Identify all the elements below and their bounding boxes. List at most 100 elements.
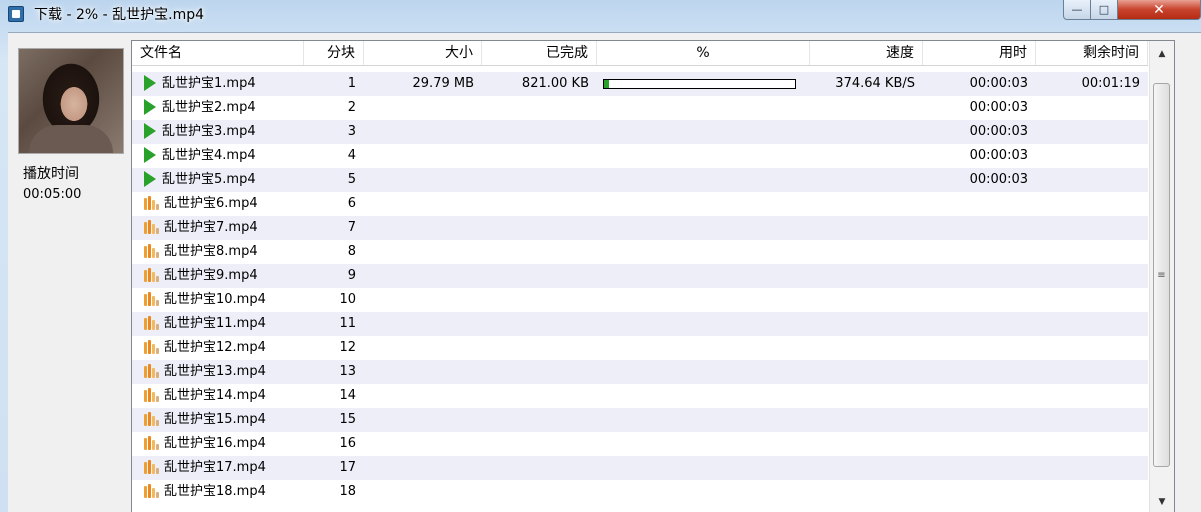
filename-cell: 乱世护宝12.mp4 xyxy=(132,336,304,360)
filename-cell: 乱世护宝6.mp4 xyxy=(132,192,304,216)
minimize-button[interactable]: — xyxy=(1063,0,1091,20)
app-icon[interactable] xyxy=(8,6,24,22)
filename-text: 乱世护宝4.mp4 xyxy=(162,148,256,163)
table-row[interactable]: 乱世护宝2.mp4 2 00:00:03 xyxy=(132,96,1148,120)
filename-cell: 乱世护宝17.mp4 xyxy=(132,456,304,480)
table-row[interactable]: 乱世护宝5.mp4 5 00:00:03 xyxy=(132,168,1148,192)
filename-text: 乱世护宝14.mp4 xyxy=(164,388,266,403)
progress-fill xyxy=(604,80,610,88)
waiting-icon xyxy=(144,267,159,282)
column-header-size[interactable]: 大小 xyxy=(364,41,482,66)
speed-cell xyxy=(810,336,923,360)
grip-icon: ≡ xyxy=(1157,269,1166,281)
elapsed-cell: 00:00:03 xyxy=(969,76,1028,91)
table-row[interactable]: 乱世护宝7.mp4 7 xyxy=(132,216,1148,240)
scrollbar-thumb[interactable]: ≡ xyxy=(1153,83,1170,467)
table-row[interactable]: 乱世护宝4.mp4 4 00:00:03 xyxy=(132,144,1148,168)
percent-cell xyxy=(597,408,810,432)
block-cell: 11 xyxy=(339,316,356,331)
filename-cell: 乱世护宝2.mp4 xyxy=(132,96,304,120)
column-header-elapsed[interactable]: 用时 xyxy=(923,41,1036,66)
video-thumbnail[interactable] xyxy=(18,48,124,154)
table-row[interactable]: 乱世护宝15.mp4 15 xyxy=(132,408,1148,432)
completed-cell xyxy=(482,120,597,144)
block-cell: 12 xyxy=(339,340,356,355)
size-cell xyxy=(364,216,482,240)
remaining-cell: 00:01:19 xyxy=(1081,76,1140,91)
filename-text: 乱世护宝7.mp4 xyxy=(164,220,258,235)
size-cell xyxy=(364,144,482,168)
column-header-speed[interactable]: 速度 xyxy=(810,41,923,66)
table-row[interactable]: 乱世护宝18.mp4 18 xyxy=(132,480,1148,504)
block-cell: 9 xyxy=(347,268,356,283)
column-header-block[interactable]: 分块 xyxy=(304,41,364,66)
table-row[interactable]: 乱世护宝13.mp4 13 xyxy=(132,360,1148,384)
table-row[interactable]: 乱世护宝10.mp4 10 xyxy=(132,288,1148,312)
list-header: 文件名 分块 大小 已完成 % 速度 用时 剩余时间 xyxy=(132,41,1148,66)
block-cell: 13 xyxy=(339,364,356,379)
elapsed-cell xyxy=(923,240,1036,264)
filename-text: 乱世护宝16.mp4 xyxy=(164,436,266,451)
scroll-up-button[interactable]: ▲ xyxy=(1151,41,1173,66)
vertical-scrollbar[interactable]: ▲ ≡ ▼ xyxy=(1149,41,1174,512)
filename-text: 乱世护宝18.mp4 xyxy=(164,484,266,499)
column-header-filename[interactable]: 文件名 xyxy=(132,41,304,66)
speed-cell xyxy=(810,264,923,288)
title-bar[interactable]: 下载 - 2% - 乱世护宝.mp4 — □ ✕ xyxy=(0,0,1201,32)
percent-cell xyxy=(597,264,810,288)
table-row[interactable]: 乱世护宝16.mp4 16 xyxy=(132,432,1148,456)
table-row[interactable]: 乱世护宝17.mp4 17 xyxy=(132,456,1148,480)
elapsed-cell xyxy=(923,216,1036,240)
completed-cell xyxy=(482,312,597,336)
maximize-button[interactable]: □ xyxy=(1090,0,1118,20)
block-cell: 10 xyxy=(339,292,356,307)
close-button[interactable]: ✕ xyxy=(1117,0,1201,20)
filename-cell: 乱世护宝3.mp4 xyxy=(132,120,304,144)
column-header-remaining[interactable]: 剩余时间 xyxy=(1036,41,1148,66)
thumbnail-figure xyxy=(29,125,113,153)
segment-list: 文件名 分块 大小 已完成 % 速度 用时 剩余时间 乱世护宝1.mp4 1 29.… xyxy=(131,40,1175,512)
block-cell: 3 xyxy=(347,124,356,139)
column-header-percent[interactable]: % xyxy=(597,41,810,66)
percent-cell xyxy=(597,216,810,240)
block-cell: 14 xyxy=(339,388,356,403)
speed-cell xyxy=(810,288,923,312)
remaining-cell xyxy=(1036,360,1148,384)
remaining-cell xyxy=(1036,144,1148,168)
play-icon xyxy=(144,98,156,115)
elapsed-cell xyxy=(923,384,1036,408)
scroll-down-button[interactable]: ▼ xyxy=(1151,489,1173,512)
size-cell xyxy=(364,312,482,336)
table-row[interactable]: 乱世护宝12.mp4 12 xyxy=(132,336,1148,360)
table-row[interactable]: 乱世护宝11.mp4 11 xyxy=(132,312,1148,336)
table-row[interactable]: 乱世护宝1.mp4 1 29.79 MB 821.00 KB 374.64 KB/S 00… xyxy=(132,72,1148,96)
table-row[interactable]: 乱世护宝9.mp4 9 xyxy=(132,264,1148,288)
block-cell: 17 xyxy=(339,460,356,475)
size-cell xyxy=(364,408,482,432)
table-row[interactable]: 乱世护宝6.mp4 6 xyxy=(132,192,1148,216)
waiting-icon xyxy=(144,195,159,210)
remaining-cell xyxy=(1036,96,1148,120)
waiting-icon xyxy=(144,219,159,234)
play-time-label: 播放时间 xyxy=(23,166,79,182)
percent-cell xyxy=(597,120,810,144)
size-cell xyxy=(364,480,482,504)
completed-cell xyxy=(482,456,597,480)
table-row[interactable]: 乱世护宝8.mp4 8 xyxy=(132,240,1148,264)
play-icon xyxy=(144,74,156,91)
size-cell xyxy=(364,264,482,288)
elapsed-cell xyxy=(923,264,1036,288)
completed-cell xyxy=(482,144,597,168)
table-row[interactable]: 乱世护宝14.mp4 14 xyxy=(132,384,1148,408)
block-cell: 7 xyxy=(347,220,356,235)
completed-cell xyxy=(482,264,597,288)
speed-cell xyxy=(810,360,923,384)
waiting-icon xyxy=(144,483,159,498)
percent-cell xyxy=(597,168,810,192)
table-row[interactable]: 乱世护宝3.mp4 3 00:00:03 xyxy=(132,120,1148,144)
column-header-completed[interactable]: 已完成 xyxy=(482,41,597,66)
size-cell xyxy=(364,336,482,360)
filename-text: 乱世护宝17.mp4 xyxy=(164,460,266,475)
filename-cell: 乱世护宝9.mp4 xyxy=(132,264,304,288)
filename-text: 乱世护宝9.mp4 xyxy=(164,268,258,283)
